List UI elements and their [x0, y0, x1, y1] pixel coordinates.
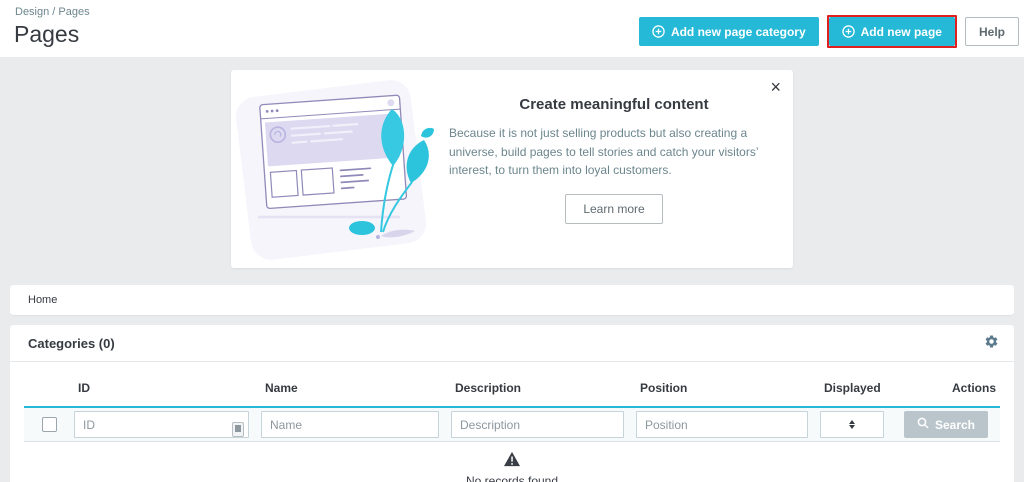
name-filter-input[interactable] — [261, 411, 439, 438]
info-card-text: Because it is not just selling products … — [449, 124, 779, 180]
info-card-title: Create meaningful content — [449, 96, 779, 113]
home-breadcrumb-link[interactable]: Home — [28, 294, 57, 306]
warning-icon — [503, 454, 521, 471]
chevron-up-icon — [849, 420, 855, 424]
close-icon[interactable]: × — [770, 78, 781, 96]
empty-state: No records found — [24, 442, 1000, 482]
column-header-displayed[interactable]: Displayed — [820, 373, 896, 407]
circle-plus-icon — [842, 25, 855, 38]
page-title: Pages — [14, 21, 79, 48]
circle-plus-icon — [652, 25, 665, 38]
breadcrumb[interactable]: Design / Pages — [15, 6, 90, 18]
add-page-label: Add new page — [861, 25, 942, 39]
description-filter-input[interactable] — [451, 411, 624, 438]
categories-table: ID Name Description Position Displayed A… — [10, 362, 1014, 482]
add-new-page-button[interactable]: Add new page — [829, 17, 955, 46]
help-button[interactable]: Help — [965, 17, 1019, 46]
filter-row: Search — [24, 407, 1000, 442]
chevron-down-icon — [849, 425, 855, 429]
displayed-filter-select[interactable] — [820, 411, 884, 438]
number-input-icon — [232, 422, 244, 437]
page-header: Design / Pages Pages Add new page catego… — [0, 0, 1024, 57]
select-all-checkbox[interactable] — [42, 417, 57, 432]
categories-panel-header: Categories (0) — [10, 325, 1014, 362]
pages-illustration — [231, 70, 441, 268]
search-button[interactable]: Search — [904, 411, 988, 438]
annotation-highlight: Add new page — [827, 15, 957, 48]
table-header-row: ID Name Description Position Displayed A… — [24, 373, 1000, 407]
categories-panel: Categories (0) ID Name Descrip — [10, 325, 1014, 482]
category-tree-bar: Home — [10, 285, 1014, 315]
column-header-id[interactable]: ID — [74, 373, 261, 407]
add-new-page-category-button[interactable]: Add new page category — [639, 17, 819, 46]
search-label: Search — [935, 418, 975, 432]
column-header-name[interactable]: Name — [261, 373, 451, 407]
info-card-body: Create meaningful content Because it is … — [441, 70, 793, 268]
learn-more-button[interactable]: Learn more — [565, 194, 662, 224]
empty-message: No records found — [24, 474, 1000, 482]
position-filter-input[interactable] — [636, 411, 808, 438]
id-filter-input[interactable] — [74, 411, 249, 438]
settings-button[interactable] — [984, 334, 999, 352]
column-header-actions: Actions — [896, 373, 1000, 407]
header-checkbox-spacer — [24, 373, 74, 407]
gear-icon — [984, 334, 999, 352]
categories-panel-title: Categories (0) — [28, 336, 115, 351]
add-category-label: Add new page category — [671, 25, 806, 39]
column-header-description[interactable]: Description — [451, 373, 636, 407]
header-actions: Add new page category Add new page Help — [639, 15, 1019, 48]
page-content: × Create meaningful content Because it i… — [0, 57, 1024, 482]
column-header-position[interactable]: Position — [636, 373, 820, 407]
search-icon — [917, 417, 929, 432]
info-card: × Create meaningful content Because it i… — [231, 70, 793, 268]
